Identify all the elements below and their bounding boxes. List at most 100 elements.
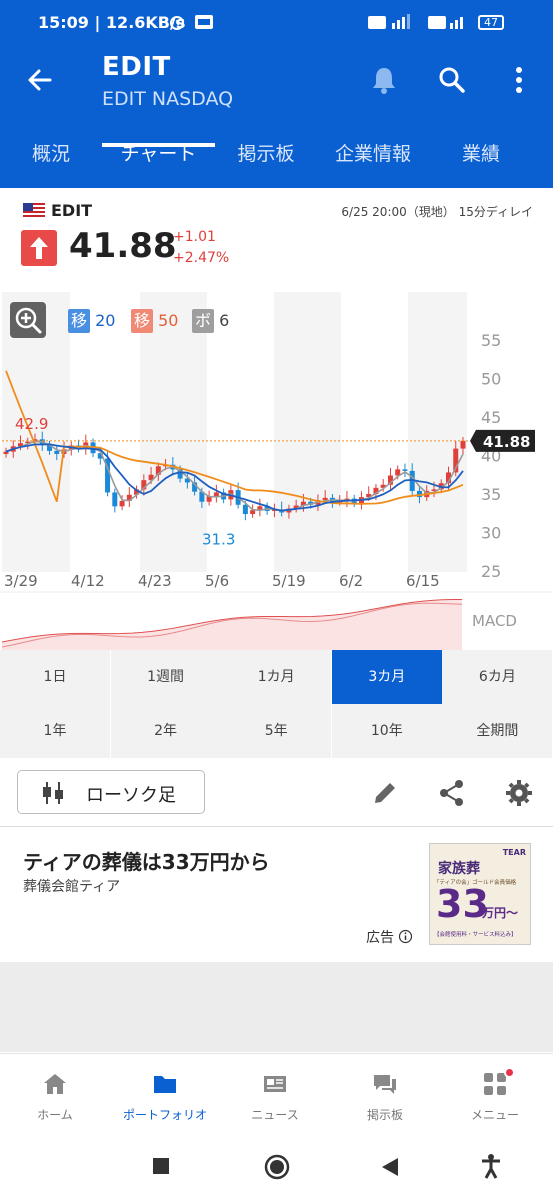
- legend-ma20-tag: 移: [68, 309, 91, 333]
- candle-body: [322, 497, 328, 501]
- price-change-pct: +2.47%: [173, 250, 230, 266]
- nav-board[interactable]: 掲示板: [330, 1054, 440, 1134]
- period-6カ月[interactable]: 6カ月: [442, 650, 553, 704]
- period-全期間[interactable]: 全期間: [442, 704, 553, 758]
- zoom-in-icon[interactable]: [10, 302, 46, 338]
- x-tick-label: 4/23: [138, 572, 172, 590]
- high-annotation: 42.9: [15, 415, 48, 433]
- macd-label: MACD: [472, 612, 517, 630]
- candle-body: [402, 469, 408, 471]
- candle-body: [250, 510, 256, 515]
- pencil-icon[interactable]: [370, 778, 400, 808]
- back-arrow-icon[interactable]: [22, 62, 58, 98]
- tab-board[interactable]: 掲示板: [215, 140, 317, 188]
- ad-sponsor[interactable]: 葬儀会館ティア: [23, 876, 120, 896]
- ad-image-price: 33: [436, 882, 489, 926]
- tab-chart[interactable]: チャート: [102, 140, 215, 188]
- info-icon: [399, 929, 413, 944]
- ad-label[interactable]: 広告: [366, 927, 413, 947]
- legend-bollinger: ボ 6: [192, 309, 229, 333]
- x-tick-label: 3/29: [4, 572, 38, 590]
- ad-title[interactable]: ティアの葬儀は33万円から: [23, 846, 270, 875]
- nav-news-label: ニュース: [251, 1108, 299, 1122]
- tab-company[interactable]: 企業情報: [317, 140, 429, 188]
- carrier-icon: [195, 15, 213, 29]
- ad-spacer: [0, 962, 553, 1052]
- battery-icon: 47: [478, 15, 504, 30]
- nav-home[interactable]: ホーム: [0, 1054, 110, 1134]
- legend-ma50-tag: 移: [131, 309, 154, 333]
- chart-type-button[interactable]: ローソク足: [17, 770, 205, 814]
- x-tick-label: 6/15: [406, 572, 440, 590]
- signal-icon: [368, 14, 463, 29]
- chart-band: [408, 292, 467, 572]
- period-3カ月[interactable]: 3カ月: [331, 650, 442, 704]
- home-circle-icon[interactable]: [263, 1153, 291, 1181]
- y-tick-label: 30: [481, 524, 501, 543]
- notification-dot: [504, 1067, 515, 1078]
- legend-ma20-value: 20: [95, 311, 116, 330]
- period-10年[interactable]: 10年: [331, 704, 442, 758]
- bell-icon[interactable]: [368, 64, 400, 96]
- period-5年[interactable]: 5年: [221, 704, 332, 758]
- divider: [0, 826, 553, 827]
- status-time: 15:09 | 12.6KB/s: [38, 13, 186, 32]
- ma50-line: [5, 370, 464, 505]
- legend-ma20: 移 20: [68, 309, 115, 333]
- recents-icon[interactable]: [152, 1157, 170, 1175]
- settings-gear-icon[interactable]: [504, 778, 534, 808]
- accessibility-icon[interactable]: [480, 1153, 502, 1179]
- chart-band: [274, 292, 341, 572]
- ma20-line: [5, 443, 464, 512]
- active-tab-indicator: [102, 143, 215, 147]
- legend-bollinger-tag: ボ: [192, 309, 215, 333]
- share-icon[interactable]: [437, 778, 467, 808]
- legend-ma50: 移 50: [131, 309, 178, 333]
- nav-menu[interactable]: メニュー: [440, 1054, 550, 1134]
- candlestick-icon: [43, 782, 63, 804]
- price-change: +1.01: [173, 229, 216, 245]
- nav-board-label: 掲示板: [366, 1108, 403, 1122]
- page-subtitle: EDIT NASDAQ: [102, 88, 234, 110]
- tab-overview[interactable]: 概況: [0, 140, 102, 188]
- last-price-label: 41.88: [483, 433, 530, 451]
- candle-body: [54, 450, 60, 454]
- legend-ma50-value: 50: [158, 311, 179, 330]
- y-tick-label: 25: [481, 562, 501, 581]
- period-1日[interactable]: 1日: [0, 650, 110, 704]
- status-bar: 15:09 | 12.6KB/s 47: [0, 0, 553, 42]
- period-1カ月[interactable]: 1カ月: [221, 650, 332, 704]
- ticker-symbol: EDIT: [51, 201, 93, 220]
- bottom-nav: ホーム ポートフォリオ ニュース 掲示板 メニュー: [0, 1053, 553, 1133]
- back-triangle-icon[interactable]: [380, 1156, 400, 1178]
- period-1週間[interactable]: 1週間: [110, 650, 221, 704]
- chat-icon: [374, 1075, 396, 1094]
- folder-icon: [154, 1076, 176, 1093]
- x-tick-label: 5/6: [205, 572, 229, 590]
- period-2年[interactable]: 2年: [110, 704, 221, 758]
- nav-news[interactable]: ニュース: [220, 1054, 330, 1134]
- period-1年[interactable]: 1年: [0, 704, 110, 758]
- price-chart[interactable]: 55 50 45 40 35 30 25 3/29 4/12 4/23 5/6 5/19 6/2 6/15…: [0, 292, 553, 650]
- ad-image-heading: 家族葬: [438, 861, 480, 877]
- y-tick-label: 50: [481, 370, 501, 389]
- y-tick-label: 55: [481, 331, 501, 350]
- bollinger-line: [5, 440, 464, 512]
- up-arrow-icon: [21, 230, 57, 266]
- news-icon: [264, 1076, 286, 1092]
- chart-type-label: ローソク足: [86, 785, 176, 806]
- ad-image[interactable]: TEAR 家族葬 「ティアの会」ゴールド会員価格 33 万円〜 【会館使用料・サ…: [429, 843, 531, 945]
- tab-earnings[interactable]: 業績: [429, 140, 533, 188]
- more-vert-icon[interactable]: [503, 64, 535, 96]
- tab-bar: 概況 チャート 掲示板 企業情報 業績: [0, 140, 553, 188]
- nav-home-label: ホーム: [37, 1108, 73, 1122]
- search-icon[interactable]: [436, 64, 468, 96]
- x-tick-label: 6/2: [339, 572, 363, 590]
- x-tick-label: 4/12: [71, 572, 105, 590]
- nav-portfolio[interactable]: ポートフォリオ: [110, 1054, 220, 1134]
- candle-body: [119, 500, 125, 507]
- current-price: 41.88: [69, 226, 177, 266]
- us-flag-icon: [23, 203, 45, 218]
- alarm-icon: [170, 16, 184, 30]
- chart-band: [140, 292, 207, 572]
